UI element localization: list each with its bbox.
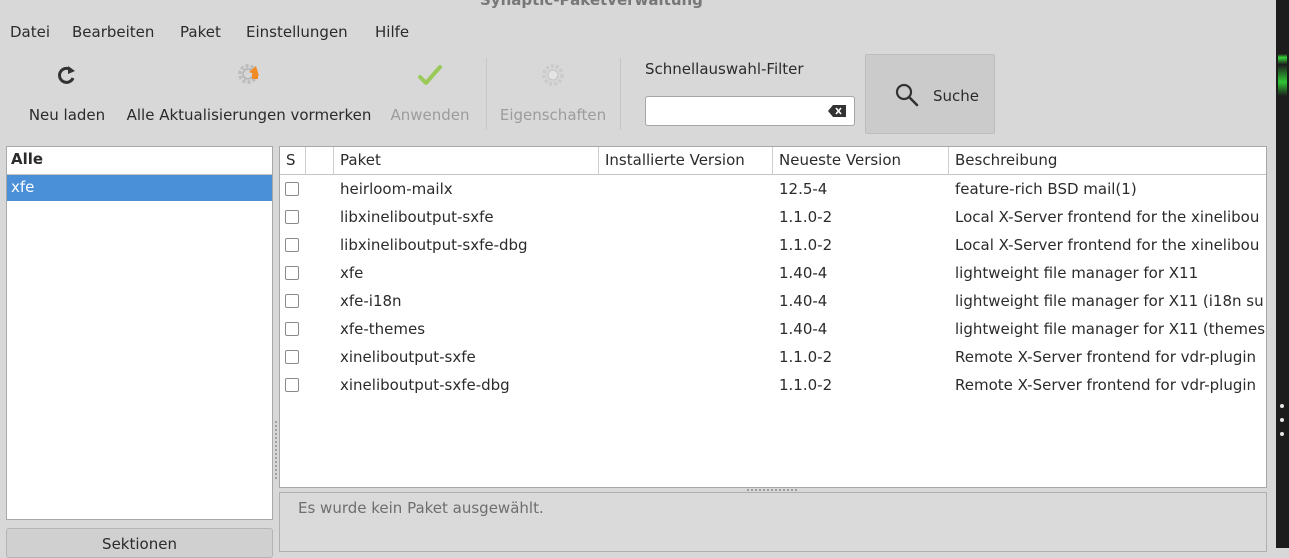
column-header-status[interactable]: S [280,147,306,175]
package-checkbox[interactable] [285,266,299,280]
panel-dot [1280,404,1284,408]
mark-all-upgrades-button[interactable]: Alle Aktualisierungen vormerken [118,54,380,134]
package-description: lightweight file manager for X11 [955,264,1199,282]
installed-version [599,371,773,399]
desktop-edge-strip [1276,0,1289,548]
package-checkbox[interactable] [285,378,299,392]
table-row[interactable]: xfe-themes 1.40-4 lightweight file manag… [280,315,1266,343]
checkmark-icon [418,65,442,85]
filter-list-item-xfe[interactable]: xfe [7,175,272,201]
latest-version: 1.1.0-2 [779,236,833,254]
table-row[interactable]: xfe-i18n 1.40-4 lightweight file manager… [280,287,1266,315]
package-checkbox[interactable] [285,322,299,336]
filter-list-header[interactable]: Alle [7,147,272,175]
title-bar: Synaptic-Paketverwaltung [0,0,1276,16]
latest-version: 1.1.0-2 [779,376,833,394]
package-name: libxineliboutput-sxfe-dbg [340,236,528,254]
package-description-panel: Es wurde kein Paket ausgewählt. [279,492,1267,552]
menu-bar: Datei Bearbeiten Paket Einstellungen Hil… [0,18,1276,48]
menu-paket[interactable]: Paket [180,23,221,41]
window-title: Synaptic-Paketverwaltung [480,0,703,9]
package-description: lightweight file manager for X11 (i18n s… [955,292,1264,310]
table-row[interactable]: heirloom-mailx 12.5-4 feature-rich BSD m… [280,175,1266,203]
sections-button[interactable]: Sektionen [6,528,273,558]
panel-dot [1280,432,1284,436]
reload-label: Neu laden [28,106,106,124]
package-description: lightweight file manager for X11 (themes [955,320,1266,338]
filter-list-panel: Alle xfe [6,146,273,520]
latest-version: 1.1.0-2 [779,208,833,226]
apply-button[interactable]: Anwenden [384,54,476,134]
package-checkbox[interactable] [285,294,299,308]
latest-version: 12.5-4 [779,180,828,198]
menu-datei[interactable]: Datei [10,23,50,41]
latest-version: 1.1.0-2 [779,348,833,366]
package-name: xfe-i18n [340,292,402,310]
gear-icon [542,64,564,86]
installed-version [599,203,773,231]
properties-label: Eigenschaften [499,106,607,124]
package-name: xfe [340,264,364,282]
package-table: S Paket Installierte Version Neueste Ver… [279,146,1267,488]
package-name: xineliboutput-sxfe-dbg [340,376,510,394]
toolbar-separator [486,58,487,130]
installed-version [599,175,773,203]
installed-version [599,287,773,315]
package-name: xineliboutput-sxfe [340,348,476,366]
table-row[interactable]: xineliboutput-sxfe-dbg 1.1.0-2 Remote X-… [280,371,1266,399]
package-name: libxineliboutput-sxfe [340,208,494,226]
properties-button[interactable]: Eigenschaften [492,54,614,134]
search-button[interactable]: Suche [865,54,995,134]
table-row[interactable]: libxineliboutput-sxfe-dbg 1.1.0-2 Local … [280,231,1266,259]
latest-version: 1.40-4 [779,292,828,310]
installed-version [599,315,773,343]
gear-upgrade-icon [238,64,259,84]
no-package-selected-text: Es wurde kein Paket ausgewählt. [298,499,544,517]
table-row[interactable]: xfe 1.40-4 lightweight file manager for … [280,259,1266,287]
installed-version [599,259,773,287]
package-checkbox[interactable] [285,182,299,196]
package-description: feature-rich BSD mail(1) [955,180,1137,198]
package-description: Local X-Server frontend for the xinelibo… [955,208,1260,226]
reload-icon [58,66,75,84]
column-header-description[interactable]: Beschreibung [949,147,1266,175]
table-row[interactable]: xineliboutput-sxfe 1.1.0-2 Remote X-Serv… [280,343,1266,371]
menu-bearbeiten[interactable]: Bearbeiten [72,23,154,41]
apply-label: Anwenden [390,106,470,124]
clear-text-icon[interactable] [828,105,846,117]
package-description: Local X-Server frontend for the xinelibo… [955,236,1260,254]
menu-hilfe[interactable]: Hilfe [375,23,409,41]
latest-version: 1.40-4 [779,264,828,282]
mark-all-upgrades-label: Alle Aktualisierungen vormerken [126,106,372,124]
reload-button[interactable]: Neu laden [24,54,110,134]
package-name: xfe-themes [340,320,426,338]
search-icon [895,83,919,107]
system-monitor-graph [1278,26,1287,96]
latest-version: 1.40-4 [779,320,828,338]
package-checkbox[interactable] [285,350,299,364]
package-checkbox[interactable] [285,210,299,224]
installed-version [599,343,773,371]
toolbar: Neu laden Alle Aktualisierungen vormerke… [0,50,1276,137]
table-row[interactable]: libxineliboutput-sxfe 1.1.0-2 Local X-Se… [280,203,1266,231]
toolbar-separator [620,58,621,130]
package-description: Remote X-Server frontend for vdr-plugin [955,376,1257,394]
installed-version [599,231,773,259]
pane-resize-handle-vertical[interactable] [274,420,278,480]
quick-filter-input[interactable] [645,96,855,126]
search-label: Suche [933,87,980,105]
panel-dot [1280,418,1284,422]
column-header-latest-version[interactable]: Neueste Version [773,147,949,175]
quick-filter-label: Schnellauswahl-Filter [645,60,804,78]
column-header-package[interactable]: Paket [334,147,599,175]
package-name: heirloom-mailx [340,180,453,198]
package-checkbox[interactable] [285,238,299,252]
package-description: Remote X-Server frontend for vdr-plugin [955,348,1257,366]
column-header-support[interactable] [306,147,334,175]
column-header-installed-version[interactable]: Installierte Version [599,147,773,175]
menu-einstellungen[interactable]: Einstellungen [246,23,348,41]
